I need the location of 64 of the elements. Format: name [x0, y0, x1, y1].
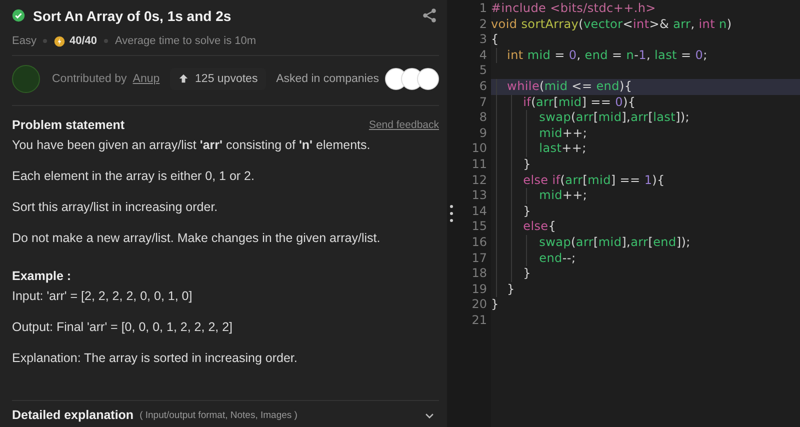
example-text: Explanation: The array is sorted in increasing order.: [12, 351, 298, 365]
line-number: 16: [470, 234, 488, 250]
line-number: 13: [470, 188, 488, 204]
line-number: 17: [470, 250, 488, 266]
code-line[interactable]: void sortArray(vector<int>& arr, int n): [491, 16, 800, 32]
code-line[interactable]: swap(arr[mid],arr[end]);: [491, 234, 800, 250]
companies-label: Asked in companies: [276, 72, 379, 84]
code-line[interactable]: last++;: [491, 141, 800, 157]
example-heading: Example :: [12, 269, 72, 283]
line-number: 11: [470, 156, 488, 173]
code-line[interactable]: else if(arr[mid] == 1){: [491, 172, 800, 188]
example-text: Output: Final 'arr' = [0, 0, 0, 1, 2, 2, 2, 2]: [12, 320, 234, 334]
code-editor[interactable]: [455, 0, 800, 427]
code-line[interactable]: mid++;: [491, 188, 800, 204]
up-arrow-icon: [178, 73, 190, 84]
line-number: 7: [478, 94, 488, 110]
send-feedback-link[interactable]: Send feedback: [368, 119, 439, 131]
code-line[interactable]: end--;: [491, 250, 800, 266]
company-logo-icon[interactable]: [417, 68, 439, 90]
contributed-label: Contributed by: [52, 72, 127, 84]
details-note: ( Input/output format, Notes, Images ): [140, 410, 298, 420]
code-line[interactable]: }: [491, 204, 800, 220]
score-text: 40/40: [69, 35, 97, 47]
example-text: Input: 'arr' = [2, 2, 2, 2, 0, 0, 1, 0]: [12, 289, 194, 303]
lightning-coin-icon: [54, 36, 66, 46]
line-number: 21: [470, 312, 488, 328]
code-line[interactable]: int mid = 0, end = n-1, last = 0;: [491, 48, 800, 64]
share-icon[interactable]: [422, 8, 437, 23]
line-number: 9: [478, 126, 488, 142]
code-line[interactable]: #include <bits/stdc++.h>: [491, 1, 800, 17]
average-time-text: Average time to solve is 10m: [115, 35, 256, 47]
statement-text: You have been given an array/list 'arr' consisting of 'n' elements.: [12, 138, 372, 152]
line-number: 8: [478, 110, 488, 126]
problem-title: Sort An Array of 0s, 1s and 2s: [33, 8, 232, 24]
line-number: 20: [470, 297, 488, 313]
code-line[interactable]: swap(arr[mid],arr[last]);: [491, 110, 800, 126]
code-line[interactable]: }: [491, 266, 800, 282]
section-heading: Problem statement: [12, 118, 125, 132]
code-line[interactable]: }: [491, 282, 800, 298]
line-number: 10: [470, 141, 488, 157]
line-number: 19: [470, 282, 488, 298]
code-line[interactable]: }: [491, 297, 800, 313]
line-number: 6: [478, 78, 488, 95]
statement-text: Sort this array/list in increasing order.: [12, 200, 219, 214]
line-number: 5: [478, 63, 488, 79]
code-line[interactable]: if(arr[mid] == 0){: [491, 94, 800, 110]
contributor-link[interactable]: Anup: [132, 72, 160, 84]
line-number: 12: [470, 172, 488, 188]
code-line[interactable]: mid++;: [491, 126, 800, 142]
code-line[interactable]: }: [491, 156, 800, 173]
line-number: 1: [478, 1, 488, 17]
statement-text: Each element in the array is either 0, 1 or 2.: [12, 169, 256, 183]
avatar-icon: [12, 64, 40, 92]
line-number: 2: [478, 16, 488, 32]
difficulty-label: Easy: [12, 35, 36, 47]
line-number: 14: [470, 204, 488, 220]
line-number: 15: [470, 219, 488, 235]
statement-text: Do not make a new array/list. Make changes in the given array/list.: [12, 231, 382, 245]
code-line[interactable]: else{: [491, 219, 800, 235]
line-number: 3: [478, 32, 488, 48]
code-line[interactable]: {: [491, 32, 800, 48]
details-heading[interactable]: Detailed explanation: [12, 408, 134, 422]
line-number: 18: [470, 266, 488, 282]
line-number: 4: [478, 48, 488, 64]
